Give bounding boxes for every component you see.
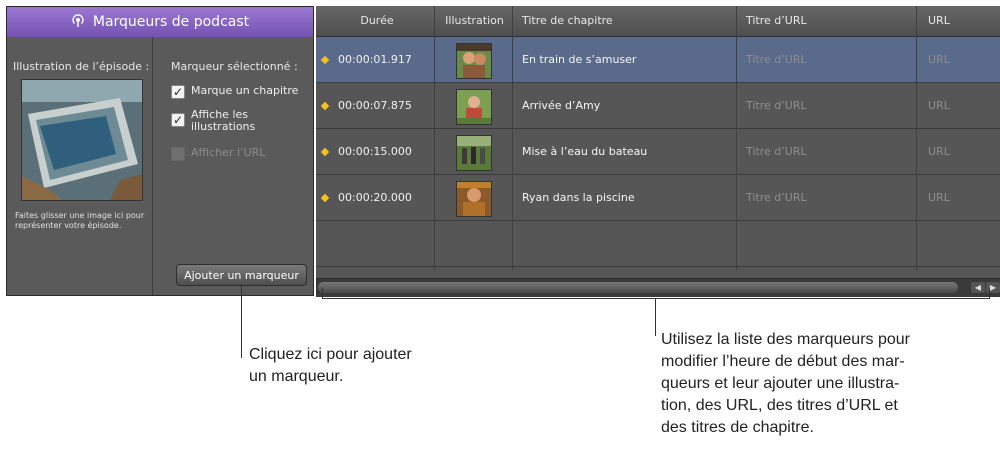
column-header-duration[interactable]: Durée	[342, 6, 412, 36]
column-divider	[512, 6, 513, 270]
column-divider	[152, 37, 153, 295]
chapter-artwork-thumbnail[interactable]	[456, 89, 492, 125]
marker-diamond-icon	[320, 55, 330, 65]
callout-line-text: Cliquez ici pour ajouter	[249, 346, 412, 363]
marker-row[interactable]: 00:00:15.000 Mise à l’eau du bateau Titr…	[316, 129, 1000, 175]
add-marker-button[interactable]: Ajouter un marqueur	[176, 264, 307, 286]
checkbox-label: Affiche les illustrations	[191, 108, 256, 133]
chapter-artwork-thumbnail[interactable]	[456, 181, 492, 217]
callout-line-text: tion, des URL, des titres d’URL et	[661, 397, 898, 414]
episode-artwork-image	[22, 80, 142, 200]
marker-diamond-icon	[320, 147, 330, 157]
url-cell[interactable]: URL	[928, 83, 950, 129]
column-divider	[434, 6, 435, 270]
checkbox-label: Afficher l’URL	[191, 146, 266, 159]
episode-art-label: Illustration de l’épisode :	[13, 60, 150, 73]
scroll-left-arrow-icon[interactable]: ◀	[971, 282, 985, 293]
column-header-chapter-title[interactable]: Titre de chapitre	[522, 6, 613, 36]
callout-line-text: des titres de chapitre.	[661, 419, 814, 436]
empty-row	[316, 221, 1000, 267]
callout-bracket-left	[322, 288, 323, 299]
panel-header: Marqueurs de podcast	[7, 7, 313, 37]
panel-title: Marqueurs de podcast	[92, 14, 250, 30]
marker-diamond-icon	[320, 193, 330, 203]
table-header: Durée Illustration Titre de chapitre Tit…	[316, 6, 1000, 37]
column-divider	[736, 6, 737, 270]
checkbox-label: Marque un chapitre	[191, 84, 299, 97]
callout-line-text: queurs et leur ajouter une illustra-	[661, 375, 900, 392]
callout-line-marker-list	[655, 298, 656, 336]
episode-art-hint: Faites glisser une image ici pour représ…	[15, 211, 145, 230]
callout-bracket-right	[989, 288, 990, 299]
url-cell[interactable]: URL	[928, 37, 950, 83]
duration-cell[interactable]: 00:00:20.000	[338, 175, 412, 221]
column-header-url-title[interactable]: Titre d’URL	[746, 6, 807, 36]
callout-bracket	[322, 298, 990, 299]
marker-row[interactable]: 00:00:07.875 Arrivée d’Amy Titre d’URL U…	[316, 83, 1000, 129]
selected-marker-label: Marqueur sélectionné :	[171, 60, 298, 73]
scrollbar-thumb[interactable]	[318, 282, 958, 293]
column-divider	[916, 6, 917, 270]
marker-row[interactable]: 00:00:20.000 Ryan dans la piscine Titre …	[316, 175, 1000, 221]
url-cell[interactable]: URL	[928, 129, 950, 175]
horizontal-scrollbar[interactable]: ◀ ▶	[316, 278, 1000, 297]
chapter-artwork-thumbnail[interactable]	[456, 43, 492, 79]
callout-line-add-marker	[241, 284, 242, 358]
url-title-cell[interactable]: Titre d’URL	[746, 37, 807, 83]
duration-cell[interactable]: 00:00:01.917	[338, 37, 412, 83]
callout-line-text: un marqueur.	[249, 368, 344, 385]
url-title-cell[interactable]: Titre d’URL	[746, 175, 807, 221]
chapter-title-cell[interactable]: En train de s’amuser	[522, 37, 636, 83]
duration-cell[interactable]: 00:00:07.875	[338, 83, 412, 129]
column-header-url[interactable]: URL	[928, 6, 950, 36]
url-title-cell[interactable]: Titre d’URL	[746, 83, 807, 129]
checkbox-checked-icon[interactable]: ✓	[171, 85, 185, 99]
markers-table: Durée Illustration Titre de chapitre Tit…	[316, 6, 1000, 296]
episode-artwork-dropzone[interactable]	[21, 79, 143, 201]
callout-add-marker: Cliquez ici pour ajouter un marqueur.	[249, 344, 509, 388]
callout-line-text: Utilisez la liste des marqueurs pour	[661, 331, 910, 348]
callout-marker-list: Utilisez la liste des marqueurs pour mod…	[661, 329, 991, 439]
chapter-title-cell[interactable]: Mise à l’eau du bateau	[522, 129, 647, 175]
checkbox-checked-icon[interactable]: ✓	[171, 113, 185, 127]
marker-row[interactable]: 00:00:01.917 En train de s’amuser Titre …	[316, 37, 1000, 83]
podcast-markers-window: Marqueurs de podcast Illustration de l’é…	[0, 0, 1000, 299]
chapter-title-cell[interactable]: Arrivée d’Amy	[522, 83, 600, 129]
chapter-artwork-thumbnail[interactable]	[456, 135, 492, 171]
checkbox-unchecked-icon	[171, 147, 185, 161]
chapter-title-cell[interactable]: Ryan dans la piscine	[522, 175, 635, 221]
podcast-markers-panel: Marqueurs de podcast Illustration de l’é…	[6, 6, 314, 296]
podcast-icon	[72, 14, 84, 27]
url-title-cell[interactable]: Titre d’URL	[746, 129, 807, 175]
callout-line-text: modifier l’heure de début des mar-	[661, 353, 905, 370]
marker-diamond-icon	[320, 101, 330, 111]
duration-cell[interactable]: 00:00:15.000	[338, 129, 412, 175]
url-cell[interactable]: URL	[928, 175, 950, 221]
column-header-artwork[interactable]: Illustration	[437, 6, 512, 36]
